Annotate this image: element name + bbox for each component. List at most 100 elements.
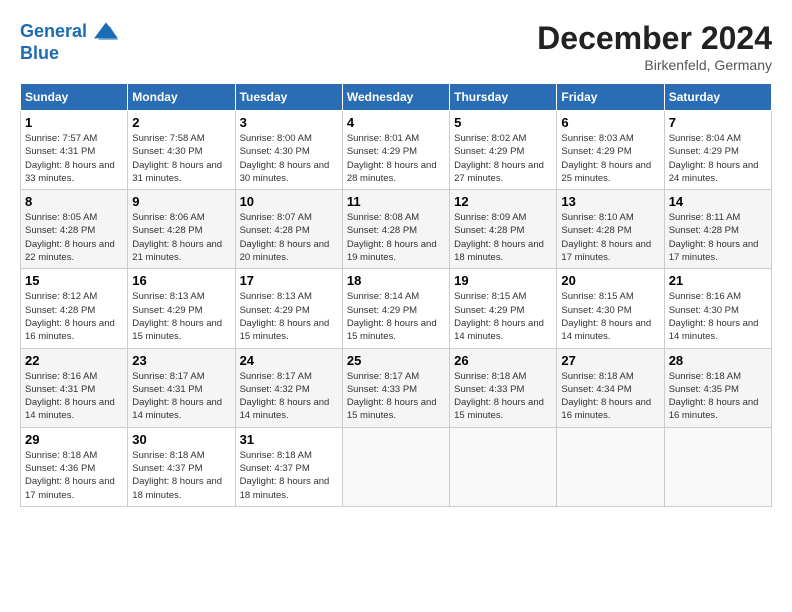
day-number: 15 — [25, 273, 123, 288]
day-info: Sunrise: 8:13 AMSunset: 4:29 PMDaylight:… — [132, 290, 230, 343]
calendar-cell: 28 Sunrise: 8:18 AMSunset: 4:35 PMDayligh… — [664, 348, 771, 427]
day-number: 14 — [669, 194, 767, 209]
location: Birkenfeld, Germany — [537, 57, 772, 73]
calendar-week-5: 29 Sunrise: 8:18 AMSunset: 4:36 PMDayligh… — [21, 427, 772, 506]
calendar-cell: 19 Sunrise: 8:15 AMSunset: 4:29 PMDayligh… — [450, 269, 557, 348]
title-block: December 2024 Birkenfeld, Germany — [537, 20, 772, 73]
day-number: 9 — [132, 194, 230, 209]
day-info: Sunrise: 8:16 AMSunset: 4:31 PMDaylight:… — [25, 370, 123, 423]
day-info: Sunrise: 8:12 AMSunset: 4:28 PMDaylight:… — [25, 290, 123, 343]
calendar-cell — [664, 427, 771, 506]
weekday-header-row: SundayMondayTuesdayWednesdayThursdayFrid… — [21, 84, 772, 111]
day-number: 12 — [454, 194, 552, 209]
day-info: Sunrise: 7:58 AMSunset: 4:30 PMDaylight:… — [132, 132, 230, 185]
day-number: 30 — [132, 432, 230, 447]
calendar-cell: 9 Sunrise: 8:06 AMSunset: 4:28 PMDaylight… — [128, 190, 235, 269]
calendar-body: 1Sunrise: 7:57 AMSunset: 4:31 PMDaylight… — [21, 111, 772, 507]
day-number: 17 — [240, 273, 338, 288]
calendar-cell: 18Sunrise: 8:14 AMSunset: 4:29 PMDayligh… — [342, 269, 449, 348]
day-info: Sunrise: 8:07 AMSunset: 4:28 PMDaylight:… — [240, 211, 338, 264]
day-number: 2 — [132, 115, 230, 130]
day-number: 5 — [454, 115, 552, 130]
calendar-cell: 11 Sunrise: 8:08 AMSunset: 4:28 PMDayligh… — [342, 190, 449, 269]
weekday-friday: Friday — [557, 84, 664, 111]
calendar-cell: 26 Sunrise: 8:18 AMSunset: 4:33 PMDayligh… — [450, 348, 557, 427]
calendar-week-4: 22 Sunrise: 8:16 AMSunset: 4:31 PMDayligh… — [21, 348, 772, 427]
day-number: 3 — [240, 115, 338, 130]
day-number: 24 — [240, 353, 338, 368]
day-info: Sunrise: 8:18 AMSunset: 4:36 PMDaylight:… — [25, 449, 123, 502]
day-number: 28 — [669, 353, 767, 368]
calendar-cell: 22 Sunrise: 8:16 AMSunset: 4:31 PMDayligh… — [21, 348, 128, 427]
day-info: Sunrise: 8:18 AMSunset: 4:34 PMDaylight:… — [561, 370, 659, 423]
calendar-cell: 14 Sunrise: 8:11 AMSunset: 4:28 PMDayligh… — [664, 190, 771, 269]
calendar-cell: 8 Sunrise: 8:05 AMSunset: 4:28 PMDaylight… — [21, 190, 128, 269]
day-number: 25 — [347, 353, 445, 368]
calendar-cell: 16Sunrise: 8:13 AMSunset: 4:29 PMDayligh… — [128, 269, 235, 348]
month-title: December 2024 — [537, 20, 772, 57]
day-info: Sunrise: 8:18 AMSunset: 4:37 PMDaylight:… — [132, 449, 230, 502]
day-number: 10 — [240, 194, 338, 209]
day-info: Sunrise: 8:17 AMSunset: 4:31 PMDaylight:… — [132, 370, 230, 423]
weekday-monday: Monday — [128, 84, 235, 111]
calendar-cell — [342, 427, 449, 506]
day-info: Sunrise: 8:17 AMSunset: 4:33 PMDaylight:… — [347, 370, 445, 423]
calendar-cell: 3 Sunrise: 8:00 AMSunset: 4:30 PMDaylight… — [235, 111, 342, 190]
calendar-cell: 1Sunrise: 7:57 AMSunset: 4:31 PMDaylight… — [21, 111, 128, 190]
calendar-cell: 24 Sunrise: 8:17 AMSunset: 4:32 PMDayligh… — [235, 348, 342, 427]
day-info: Sunrise: 8:03 AMSunset: 4:29 PMDaylight:… — [561, 132, 659, 185]
calendar-cell: 5 Sunrise: 8:02 AMSunset: 4:29 PMDaylight… — [450, 111, 557, 190]
calendar-cell: 27 Sunrise: 8:18 AMSunset: 4:34 PMDayligh… — [557, 348, 664, 427]
day-info: Sunrise: 8:17 AMSunset: 4:32 PMDaylight:… — [240, 370, 338, 423]
calendar-cell: 20Sunrise: 8:15 AMSunset: 4:30 PMDayligh… — [557, 269, 664, 348]
calendar-cell: 4 Sunrise: 8:01 AMSunset: 4:29 PMDaylight… — [342, 111, 449, 190]
day-info: Sunrise: 8:15 AMSunset: 4:29 PMDaylight:… — [454, 290, 552, 343]
day-number: 26 — [454, 353, 552, 368]
day-number: 7 — [669, 115, 767, 130]
day-number: 18 — [347, 273, 445, 288]
day-number: 1 — [25, 115, 123, 130]
weekday-tuesday: Tuesday — [235, 84, 342, 111]
day-info: Sunrise: 8:16 AMSunset: 4:30 PMDaylight:… — [669, 290, 767, 343]
day-info: Sunrise: 8:08 AMSunset: 4:28 PMDaylight:… — [347, 211, 445, 264]
calendar-cell: 6Sunrise: 8:03 AMSunset: 4:29 PMDaylight… — [557, 111, 664, 190]
day-info: Sunrise: 8:06 AMSunset: 4:28 PMDaylight:… — [132, 211, 230, 264]
calendar-cell — [450, 427, 557, 506]
day-number: 4 — [347, 115, 445, 130]
day-info: Sunrise: 8:01 AMSunset: 4:29 PMDaylight:… — [347, 132, 445, 185]
weekday-thursday: Thursday — [450, 84, 557, 111]
day-number: 11 — [347, 194, 445, 209]
calendar-cell: 25 Sunrise: 8:17 AMSunset: 4:33 PMDayligh… — [342, 348, 449, 427]
calendar-cell: 17 Sunrise: 8:13 AMSunset: 4:29 PMDayligh… — [235, 269, 342, 348]
page-header: General Blue December 2024 Birkenfeld, G… — [20, 20, 772, 73]
day-info: Sunrise: 8:13 AMSunset: 4:29 PMDaylight:… — [240, 290, 338, 343]
day-number: 31 — [240, 432, 338, 447]
calendar-week-2: 8 Sunrise: 8:05 AMSunset: 4:28 PMDaylight… — [21, 190, 772, 269]
day-info: Sunrise: 8:02 AMSunset: 4:29 PMDaylight:… — [454, 132, 552, 185]
day-number: 20 — [561, 273, 659, 288]
day-info: Sunrise: 8:04 AMSunset: 4:29 PMDaylight:… — [669, 132, 767, 185]
day-info: Sunrise: 8:05 AMSunset: 4:28 PMDaylight:… — [25, 211, 123, 264]
day-number: 13 — [561, 194, 659, 209]
weekday-sunday: Sunday — [21, 84, 128, 111]
day-info: Sunrise: 8:11 AMSunset: 4:28 PMDaylight:… — [669, 211, 767, 264]
day-number: 23 — [132, 353, 230, 368]
day-number: 27 — [561, 353, 659, 368]
day-number: 19 — [454, 273, 552, 288]
calendar-week-3: 15 Sunrise: 8:12 AMSunset: 4:28 PMDayligh… — [21, 269, 772, 348]
calendar-cell: 30 Sunrise: 8:18 AMSunset: 4:37 PMDayligh… — [128, 427, 235, 506]
day-info: Sunrise: 8:18 AMSunset: 4:35 PMDaylight:… — [669, 370, 767, 423]
calendar-cell: 31Sunrise: 8:18 AMSunset: 4:37 PMDayligh… — [235, 427, 342, 506]
logo: General Blue — [20, 20, 118, 64]
weekday-saturday: Saturday — [664, 84, 771, 111]
day-number: 29 — [25, 432, 123, 447]
day-info: Sunrise: 8:00 AMSunset: 4:30 PMDaylight:… — [240, 132, 338, 185]
day-number: 22 — [25, 353, 123, 368]
weekday-wednesday: Wednesday — [342, 84, 449, 111]
day-info: Sunrise: 8:18 AMSunset: 4:33 PMDaylight:… — [454, 370, 552, 423]
calendar-cell: 21Sunrise: 8:16 AMSunset: 4:30 PMDayligh… — [664, 269, 771, 348]
calendar-week-1: 1Sunrise: 7:57 AMSunset: 4:31 PMDaylight… — [21, 111, 772, 190]
day-info: Sunrise: 8:10 AMSunset: 4:28 PMDaylight:… — [561, 211, 659, 264]
day-number: 8 — [25, 194, 123, 209]
calendar-cell: 12Sunrise: 8:09 AMSunset: 4:28 PMDayligh… — [450, 190, 557, 269]
